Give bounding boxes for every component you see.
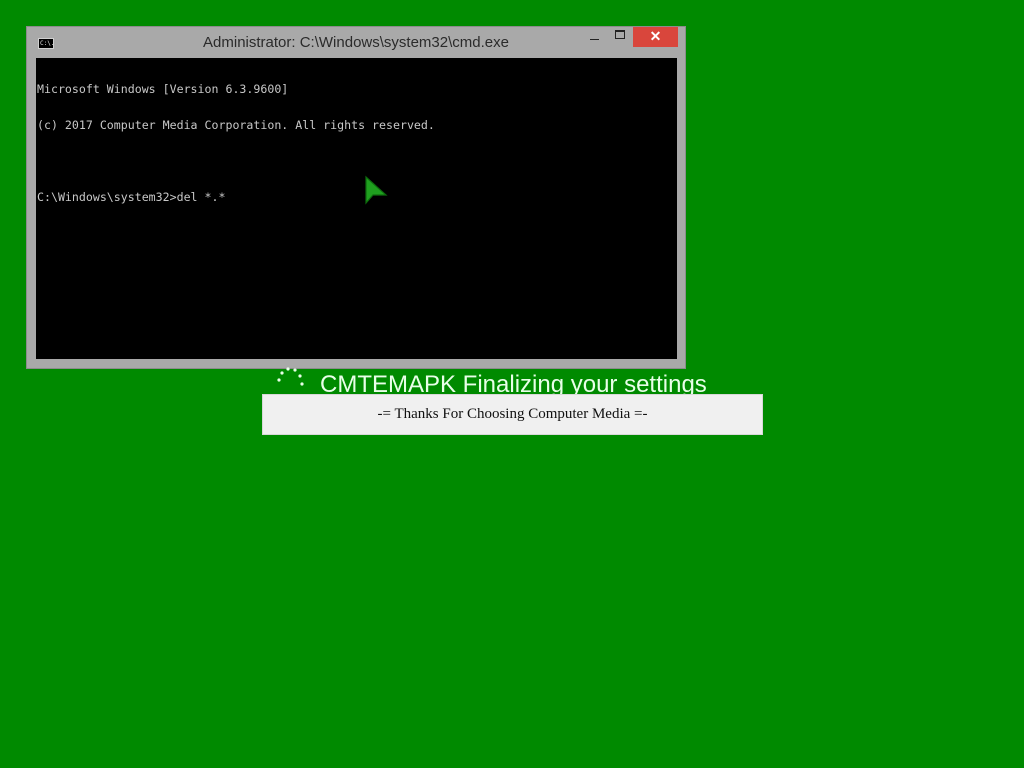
console-prompt-line: C:\Windows\system32>del *.* — [37, 190, 226, 204]
close-button[interactable]: ✕ — [633, 27, 678, 47]
minimize-icon — [589, 39, 599, 41]
loading-spinner-icon — [277, 367, 304, 386]
console-output[interactable]: Microsoft Windows [Version 6.3.9600] (c)… — [36, 58, 677, 359]
maximize-button[interactable] — [607, 27, 633, 47]
cmd-window[interactable]: C:\. Administrator: C:\Windows\system32\… — [26, 26, 686, 369]
minimize-button[interactable] — [581, 27, 607, 47]
window-titlebar[interactable]: C:\. Administrator: C:\Windows\system32\… — [27, 27, 685, 58]
console-line: (c) 2017 Computer Media Corporation. All… — [37, 118, 435, 132]
arrow-cursor-icon — [365, 175, 388, 205]
close-icon: ✕ — [649, 28, 662, 44]
maximize-icon — [615, 30, 625, 40]
status-text: CMTEMAPK Finalizing your settings — [320, 371, 707, 394]
thanks-message-box: -= Thanks For Choosing Computer Media =- — [262, 394, 763, 435]
console-line: Microsoft Windows [Version 6.3.9600] — [37, 82, 289, 96]
